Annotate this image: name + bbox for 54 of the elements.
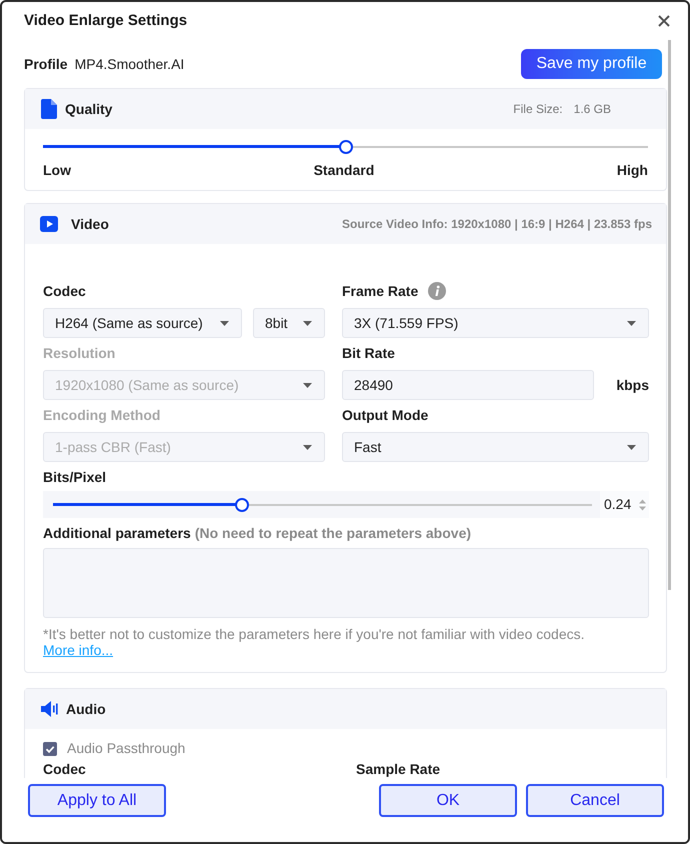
file-size-value: 1.6 GB (574, 101, 611, 118)
slider-label: Low (43, 161, 71, 180)
field-label: Encoding Method (43, 406, 160, 425)
slider-track[interactable] (53, 498, 592, 512)
save-profile-button[interactable]: Save my profile (521, 49, 662, 79)
checkbox-label: Audio Passthrough (67, 739, 186, 758)
play-icon (40, 216, 58, 232)
field-label: Bits/Pixel (43, 468, 108, 487)
section-title: Quality (65, 100, 112, 119)
slider-track[interactable] (43, 140, 648, 154)
dropdown[interactable]: H264 (Same as source) (43, 308, 242, 338)
slider-thumb[interactable] (338, 140, 352, 154)
slider-label: Standard (314, 161, 374, 180)
dropdown[interactable]: Fast (342, 432, 649, 462)
slider-thumb[interactable] (234, 498, 249, 512)
caret-icon (303, 320, 312, 326)
field-label: Codec (43, 282, 86, 300)
bitrate-input[interactable]: 28490 (342, 370, 594, 400)
footer-button[interactable]: OK (379, 784, 517, 817)
window-title: Video Enlarge Settings (24, 10, 188, 31)
field-label: Codec (43, 761, 87, 777)
field-label: Frame Rate (342, 282, 418, 300)
slider-label: High (616, 161, 648, 180)
field-label: Resolution (43, 344, 116, 362)
number-field[interactable]: 0.24 (600, 491, 649, 518)
section-title: Audio (66, 700, 106, 718)
source-info-text: Source Video Info: 1920x1080 | 16:9 | H264 | 23.853 fps (342, 216, 652, 233)
scrollbar-thumb[interactable] (668, 40, 671, 590)
field-label: Sample Rate (356, 761, 440, 777)
speaker-icon (41, 700, 58, 718)
profile-label: Profile (24, 54, 68, 74)
hint-text: (No need to repeat the parameters above) (194, 524, 472, 543)
caret-icon (627, 320, 636, 326)
dropdown[interactable]: 3X (71.559 FPS) (342, 308, 649, 338)
dropdown[interactable]: 8bit (253, 308, 325, 338)
help-note: *It's better not to customize the parameters here if you're not familiar with video codecs. More info... (43, 626, 586, 658)
field-label: Output Mode (342, 406, 428, 425)
close-icon[interactable] (658, 15, 670, 27)
caret-icon (627, 444, 636, 450)
caret-icon (303, 382, 312, 388)
checkbox[interactable] (43, 742, 57, 756)
section-title: Video (71, 214, 109, 234)
caret-icon (303, 444, 312, 450)
footer-button[interactable]: Cancel (526, 784, 664, 817)
caret-icon (220, 320, 229, 326)
field-label: Bit Rate (342, 344, 395, 362)
file-size-label: File Size: (513, 101, 563, 118)
field-label: Additional parameters (43, 524, 191, 543)
info-icon[interactable] (428, 282, 446, 300)
parameters-field[interactable] (43, 548, 649, 618)
document-icon (41, 99, 57, 119)
footer-button[interactable]: Apply to All (28, 784, 166, 817)
unit-label: kbps (616, 376, 649, 395)
profile-value: MP4.Smoother.AI (74, 54, 184, 74)
